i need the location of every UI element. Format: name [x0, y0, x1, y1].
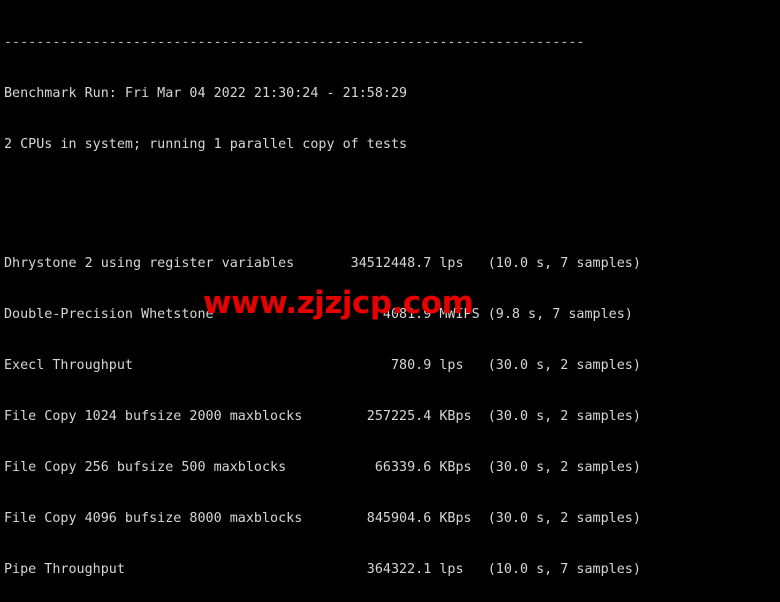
raw-result-row: Execl Throughput 780.9 lps (30.0 s, 2 sa…	[4, 358, 641, 373]
raw-result-row: File Copy 4096 bufsize 8000 maxblocks 84…	[4, 511, 641, 526]
raw-result-row: Double-Precision Whetstone 4081.9 MWIPS …	[4, 307, 633, 322]
raw-result-row: File Copy 1024 bufsize 2000 maxblocks 25…	[4, 409, 641, 424]
benchmark-run-line: Benchmark Run: Fri Mar 04 2022 21:30:24 …	[4, 86, 408, 101]
top-divider-rule: ----------------------------------------…	[4, 35, 585, 50]
raw-result-row: Dhrystone 2 using register variables 345…	[4, 256, 641, 271]
cpu-info-line: 2 CPUs in system; running 1 parallel cop…	[4, 137, 408, 152]
raw-result-row: Pipe Throughput 364322.1 lps (10.0 s, 7 …	[4, 562, 641, 577]
terminal-window: ----------------------------------------…	[0, 0, 780, 602]
raw-result-row: File Copy 256 bufsize 500 maxblocks 6633…	[4, 460, 641, 475]
terminal-output: ----------------------------------------…	[4, 0, 641, 602]
